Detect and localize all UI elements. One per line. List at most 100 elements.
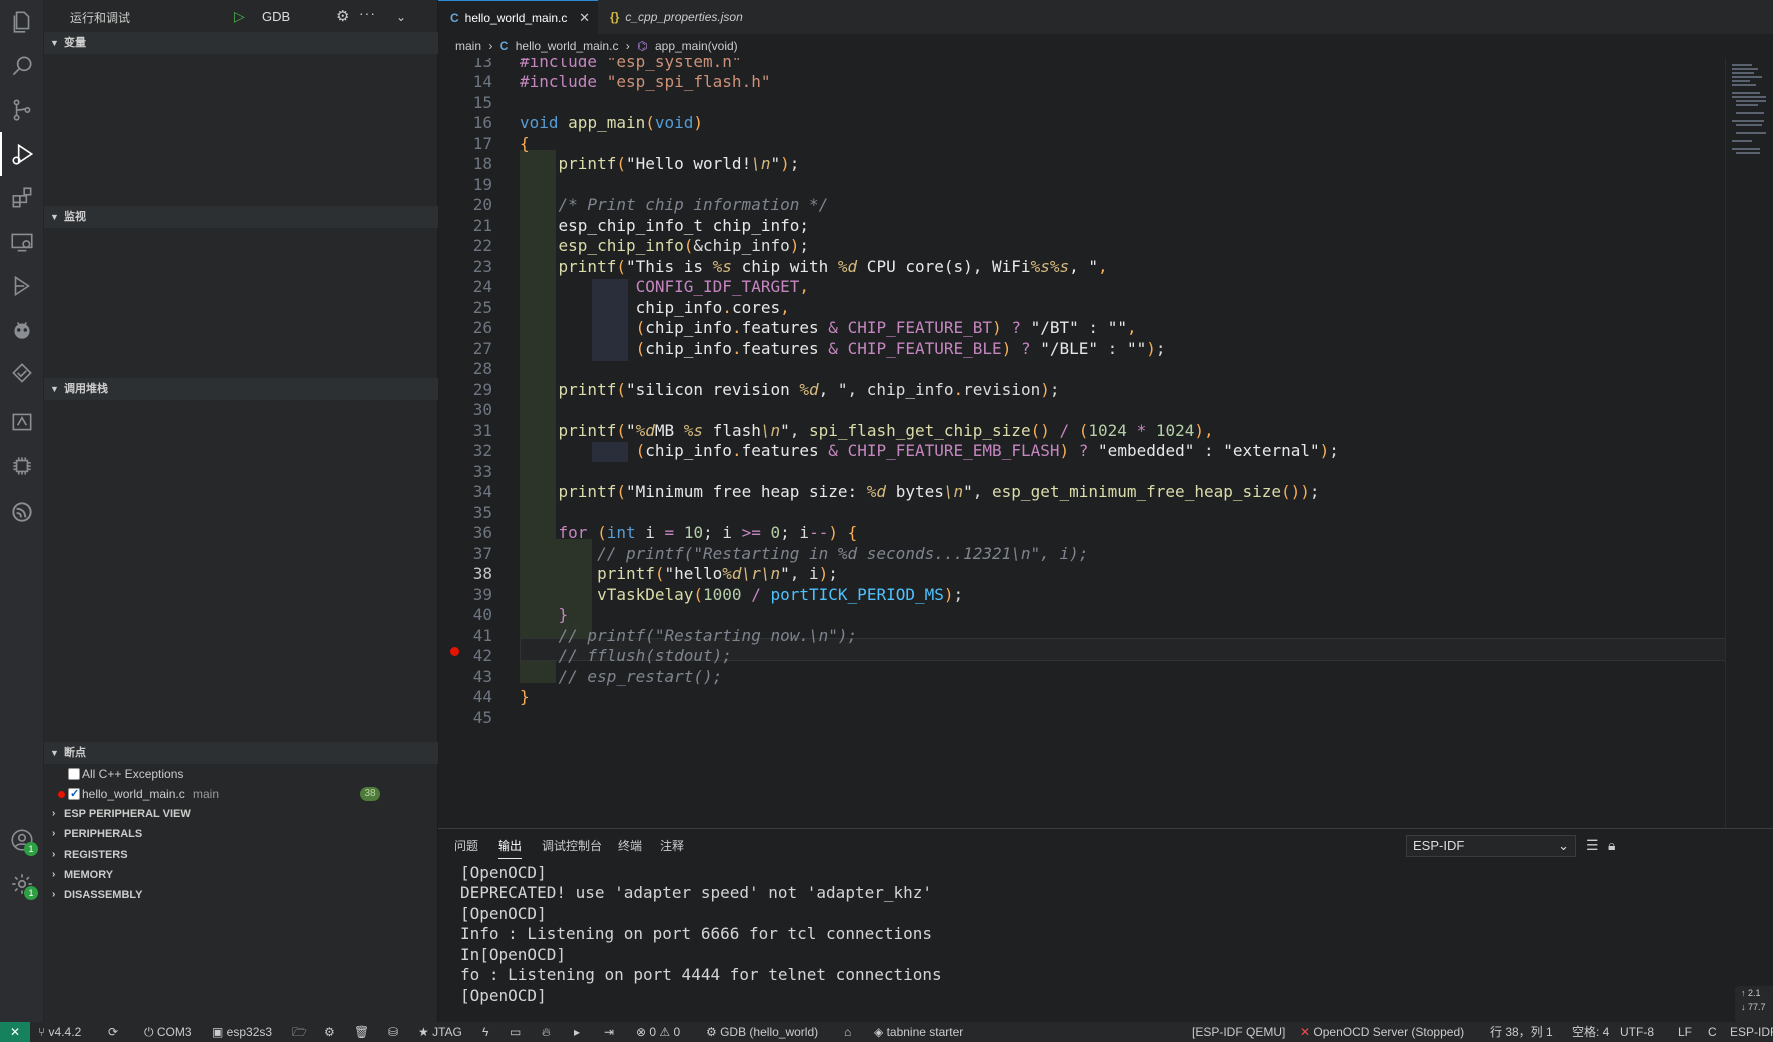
platformio-icon[interactable]	[0, 308, 44, 352]
section-watch[interactable]: ▼ 监视	[44, 206, 438, 228]
files-icon[interactable]	[0, 0, 44, 44]
indentation-item[interactable]: 空格: 4	[1572, 1022, 1609, 1042]
debug-session-item[interactable]: ⚙ GDB (hello_world)	[706, 1022, 818, 1042]
chevron-right-icon: ›	[52, 828, 56, 839]
section-esp-peripheral-view[interactable]: › ESP PERIPHERAL VIEW	[44, 804, 438, 824]
section-registers[interactable]: › REGISTERS	[44, 845, 438, 865]
code-line: 42 // fflush(stdout);	[438, 644, 1738, 667]
breakpoint-checkbox[interactable]	[68, 768, 80, 780]
line-number: 38	[472, 564, 492, 583]
panel-tab-comments[interactable]: 注释	[660, 837, 684, 859]
search-icon[interactable]	[0, 44, 44, 88]
section-breakpoints-label: 断点	[64, 747, 86, 759]
panel-tab-terminal[interactable]: 终端	[618, 837, 642, 859]
branch-item[interactable]: ⑂ v4.4.2	[38, 1022, 81, 1042]
problems-item[interactable]: ⊗ 0 ⚠ 0	[636, 1022, 680, 1042]
section-label: PERIPHERALS	[64, 828, 143, 840]
terminal-icon[interactable]: ▸	[574, 1022, 580, 1042]
minimap[interactable]	[1725, 58, 1773, 828]
section-call-stack[interactable]: ▼ 调用堆栈	[44, 378, 438, 400]
debug-config-select[interactable]: GDB ⌄	[256, 6, 410, 28]
section-breakpoints[interactable]: ▼ 断点	[44, 742, 438, 764]
breadcrumb-file[interactable]: hello_world_main.c	[516, 39, 619, 53]
encoding-item[interactable]: UTF-8	[1620, 1022, 1654, 1042]
chevron-right-icon: ›	[52, 808, 56, 819]
list-filter-icon[interactable]: ☰	[1586, 837, 1599, 854]
monitor-icon[interactable]: ▭	[510, 1022, 521, 1042]
code-line: 30	[438, 398, 1738, 421]
section-memory[interactable]: › MEMORY	[44, 865, 438, 885]
breakpoint-checkbox[interactable]	[68, 784, 80, 804]
close-icon[interactable]: ✕	[579, 1, 590, 35]
more-actions-icon[interactable]: ···	[359, 5, 376, 21]
chevron-right-icon: ›	[52, 889, 56, 900]
trash-icon[interactable]: 🗑	[354, 1022, 369, 1042]
account-icon[interactable]: 1	[0, 818, 44, 862]
cursor-position-item[interactable]: 行 38，列 1	[1490, 1022, 1553, 1042]
chip-icon[interactable]	[0, 444, 44, 488]
folder-icon[interactable]: 🗁	[292, 1022, 307, 1042]
line-number: 22	[472, 236, 492, 255]
panel-tab-output[interactable]: 输出	[498, 837, 523, 859]
qemu-item[interactable]: [ESP-IDF QEMU]	[1192, 1022, 1285, 1042]
sidebar-title-bar: 运行和调试 ▷ GDB ⌄ ⚙ ···	[44, 0, 438, 34]
sync-icon[interactable]: ⟳	[108, 1022, 118, 1042]
breakpoint-dot-icon	[58, 791, 65, 798]
lock-icon[interactable]: 🔒︎	[1608, 837, 1615, 854]
run-debug-icon[interactable]	[0, 132, 44, 176]
breadcrumb-symbol[interactable]: app_main(void)	[655, 39, 738, 53]
line-number: 24	[472, 277, 492, 296]
section-variables[interactable]: ▼ 变量	[44, 32, 438, 54]
tab-c-cpp-properties[interactable]: {} c_cpp_properties.json	[598, 0, 758, 34]
output-channel-select[interactable]: ESP-IDF ⌄	[1406, 835, 1576, 857]
upload-speed: ↑ 2.1	[1741, 988, 1761, 998]
breakpoint-row-file[interactable]: hello_world_main.c main 38	[44, 784, 438, 804]
com-port-item[interactable]: ⏻ COM3	[144, 1022, 192, 1042]
chevron-down-icon: ▼	[50, 384, 59, 394]
panel-tab-debug-console[interactable]: 调试控制台	[542, 837, 602, 859]
breakpoint-file-label: hello_world_main.c	[82, 787, 185, 801]
open-launch-json-icon[interactable]: ⚙	[336, 7, 349, 25]
flame-icon[interactable]: 🔥︎	[542, 1022, 551, 1042]
tab-hello-world-main[interactable]: Chello_world_main.c ✕	[438, 0, 598, 34]
target-item[interactable]: ▣ esp32s3	[212, 1022, 272, 1042]
start-debugging-icon[interactable]: ▷	[234, 8, 245, 25]
activity-bar: 1 1	[0, 0, 44, 1022]
code-line: 28	[438, 357, 1738, 380]
home-icon[interactable]: ⌂	[844, 1022, 851, 1042]
database-icon[interactable]: ⛁	[388, 1022, 398, 1042]
language-item[interactable]: C	[1708, 1022, 1717, 1042]
section-peripherals[interactable]: › PERIPHERALS	[44, 824, 438, 844]
openocd-item[interactable]: ✕ OpenOCD Server (Stopped)	[1300, 1022, 1464, 1042]
run-icon[interactable]: ⇥	[604, 1022, 614, 1042]
remote-indicator[interactable]: ✕	[0, 1022, 30, 1042]
chevron-down-icon: ⌄	[1558, 838, 1569, 853]
section-label: REGISTERS	[64, 849, 128, 861]
chevron-down-icon: ▼	[50, 38, 59, 48]
section-disassembly[interactable]: › DISASSEMBLY	[44, 885, 438, 905]
esp-idf-explorer-icon[interactable]	[0, 264, 44, 308]
eol-item[interactable]: LF	[1678, 1022, 1692, 1042]
section-label: ESP PERIPHERAL VIEW	[64, 808, 191, 820]
extensions-icon[interactable]	[0, 176, 44, 220]
code-editor[interactable]: 13 #include "esp_system.h" 14 #include "es…	[438, 58, 1773, 828]
testing-icon[interactable]	[0, 352, 44, 396]
panel-tab-problems[interactable]: 问题	[454, 837, 478, 859]
breakpoint-row-cpp-exceptions[interactable]: All C++ Exceptions	[44, 764, 438, 784]
source-control-icon[interactable]	[0, 88, 44, 132]
line-number: 34	[472, 482, 492, 501]
gear-icon[interactable]: ⚙	[324, 1022, 335, 1042]
tabnine-item[interactable]: ◈ tabnine starter	[874, 1022, 963, 1042]
debug-config-label: GDB	[262, 9, 291, 24]
idf-component-icon[interactable]	[0, 400, 44, 444]
chevron-down-icon: ▼	[50, 748, 59, 758]
line-number: 40	[472, 605, 492, 624]
espressif-icon[interactable]	[0, 490, 44, 534]
remote-explorer-icon[interactable]	[0, 220, 44, 264]
esp-idf-item[interactable]: ESP-IDF	[1730, 1022, 1773, 1042]
code-line: 16 void app_main(void)	[438, 111, 1738, 134]
flash-method-item[interactable]: ★ JTAG	[418, 1022, 462, 1042]
settings-icon[interactable]: 1	[0, 862, 44, 906]
flash-icon[interactable]: ϟ	[482, 1022, 488, 1042]
breadcrumb-folder[interactable]: main	[455, 39, 481, 53]
